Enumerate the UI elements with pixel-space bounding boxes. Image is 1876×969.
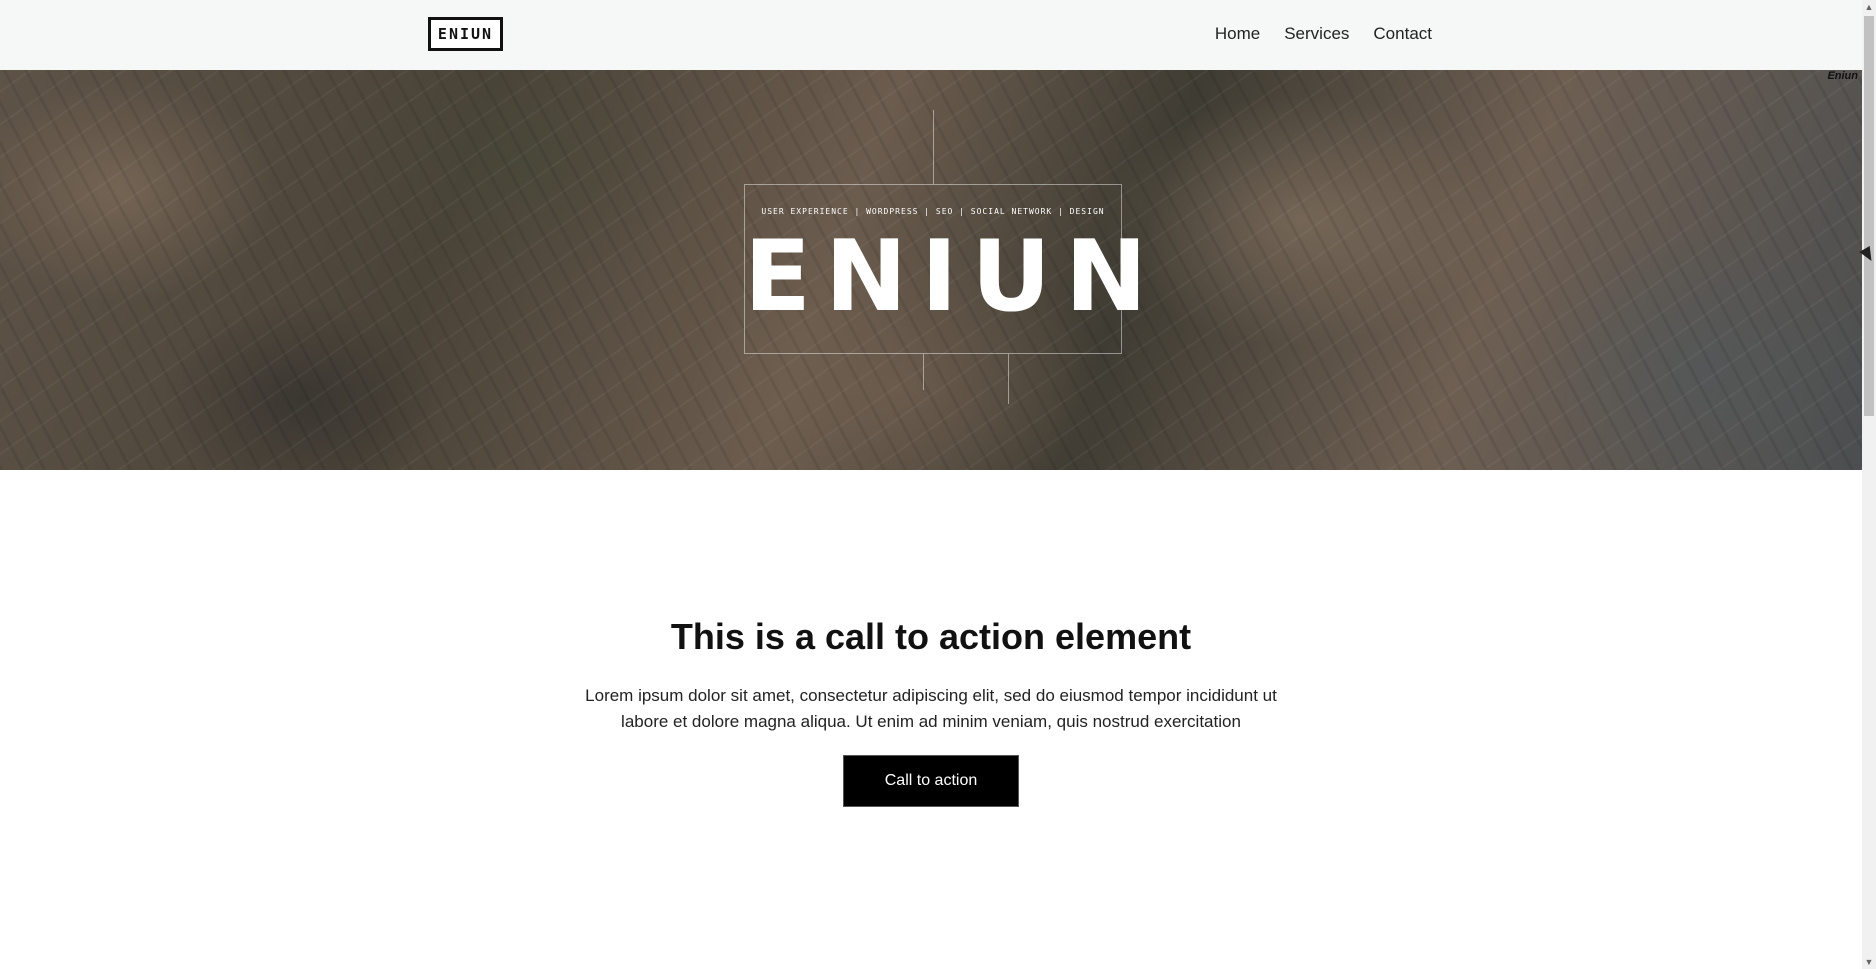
hero-frame-line-top [933,110,934,184]
scroll-down-arrow-icon[interactable]: ▼ [1862,955,1876,969]
site-header: ENIUN Home Services Contact [0,0,1862,70]
hero-tagline: USER EXPERIENCE | WORDPRESS | SEO | SOCI… [761,207,1105,216]
site-logo[interactable]: ENIUN [428,17,503,51]
call-to-action-button[interactable]: Call to action [843,755,1019,807]
nav-home-link[interactable]: Home [1215,24,1260,44]
hero-corner-text: Eniun [1827,70,1858,82]
cta-heading: This is a call to action element [670,616,1192,657]
main-nav: Home Services Contact [1215,24,1432,44]
page-scrollbar[interactable]: ▲ ▼ [1862,0,1876,969]
cta-description: Lorem ipsum dolor sit amet, consectetur … [585,686,1277,731]
nav-contact-link[interactable]: Contact [1373,24,1432,44]
nav-services-link[interactable]: Services [1284,24,1349,44]
hero-frame-line-bottom-left [923,354,924,390]
hero-logo-title: ENIUN [744,220,1162,334]
hero-banner: Eniun USER EXPERIENCE | WORDPRESS | SEO … [0,70,1862,470]
hero-frame-line-bottom-right [1008,354,1009,404]
scroll-thumb[interactable] [1864,16,1874,416]
scroll-up-arrow-icon[interactable]: ▲ [1862,0,1876,14]
